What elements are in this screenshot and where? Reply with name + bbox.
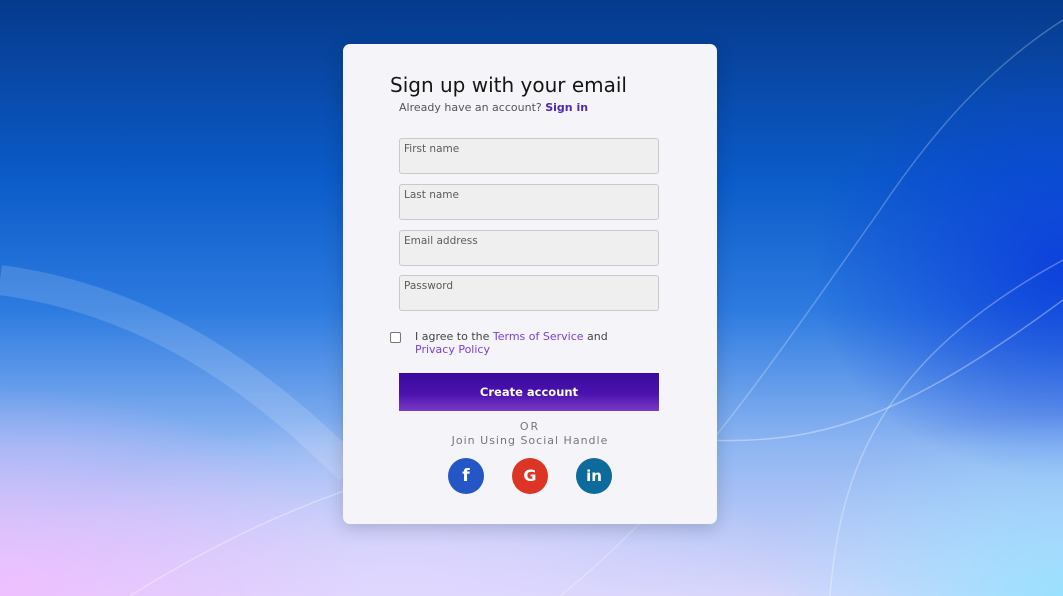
- facebook-icon: f: [462, 466, 470, 486]
- linkedin-icon: in: [586, 467, 602, 485]
- or-divider: OR: [519, 420, 541, 433]
- first-name-label: First name: [404, 143, 460, 155]
- signin-prompt-text: Already have an account?: [399, 101, 542, 114]
- terms-of-service-link[interactable]: Terms of Service: [493, 330, 584, 343]
- terms-checkbox[interactable]: [390, 332, 401, 343]
- signin-link[interactable]: Sign in: [545, 101, 588, 114]
- last-name-input[interactable]: [404, 203, 652, 217]
- first-name-field[interactable]: First name: [399, 138, 659, 174]
- password-label: Password: [404, 280, 454, 292]
- email-input[interactable]: [404, 249, 652, 263]
- page-title: Sign up with your email: [390, 73, 627, 97]
- last-name-label: Last name: [404, 189, 459, 201]
- signup-card: Sign up with your email Already have an …: [343, 44, 717, 524]
- first-name-input[interactable]: [404, 157, 652, 171]
- google-button[interactable]: G: [512, 458, 548, 494]
- password-input[interactable]: [404, 294, 652, 308]
- email-label: Email address: [404, 235, 478, 247]
- privacy-policy-link[interactable]: Privacy Policy: [415, 343, 490, 356]
- google-icon: G: [523, 466, 537, 485]
- last-name-field[interactable]: Last name: [399, 184, 659, 220]
- linkedin-button[interactable]: in: [576, 458, 612, 494]
- terms-text: I agree to the Terms of Service and Priv…: [415, 330, 645, 356]
- signin-prompt: Already have an account? Sign in: [399, 101, 588, 114]
- email-field[interactable]: Email address: [399, 230, 659, 266]
- social-label: Join Using Social Handle: [451, 434, 609, 447]
- password-field[interactable]: Password: [399, 275, 659, 311]
- terms-prefix: I agree to the: [415, 330, 490, 343]
- terms-and: and: [587, 330, 608, 343]
- facebook-button[interactable]: f: [448, 458, 484, 494]
- create-account-button[interactable]: Create account: [399, 373, 659, 411]
